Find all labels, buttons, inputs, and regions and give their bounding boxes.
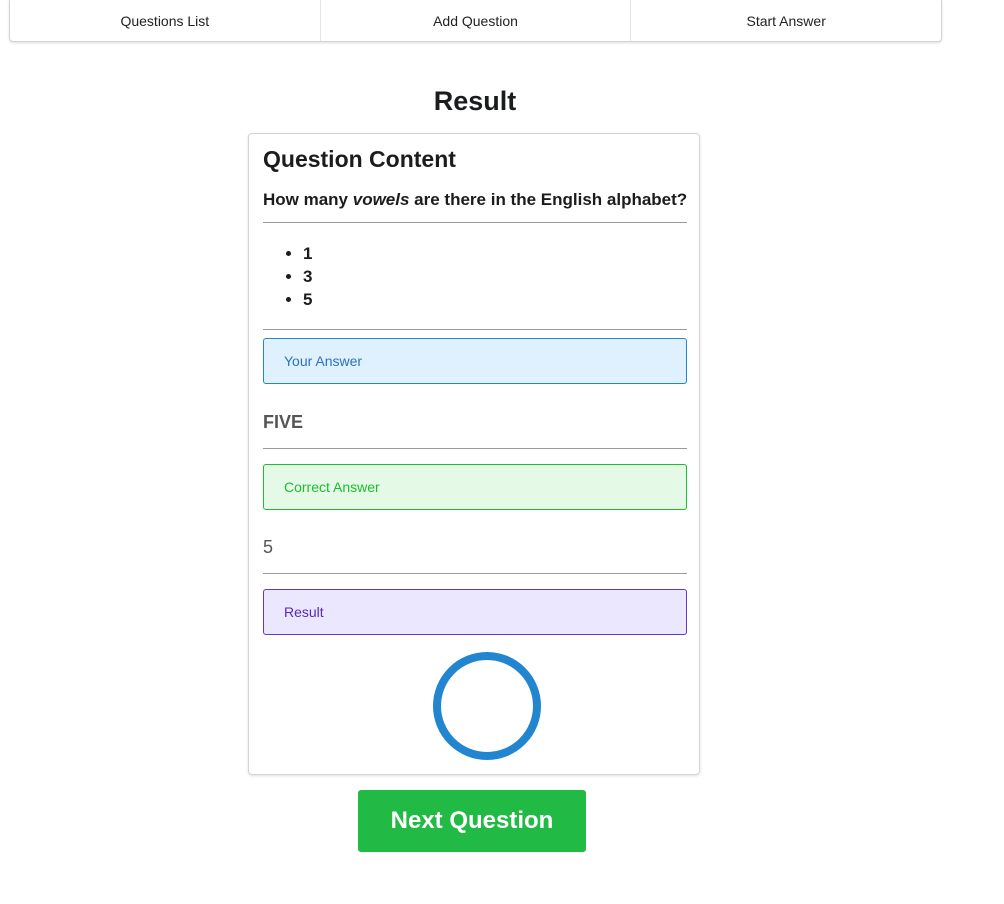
divider	[263, 329, 687, 330]
question-text-suffix: are there in the English alphabet?	[409, 190, 688, 209]
your-answer-message: Your Answer	[263, 338, 687, 384]
divider	[263, 573, 687, 574]
next-question-button[interactable]: Next Question	[358, 790, 586, 852]
question-text: How many vowels are there in the English…	[263, 190, 687, 210]
nav-item-add-question[interactable]: Add Question	[319, 0, 631, 41]
nav-item-start-answer[interactable]: Start Answer	[630, 0, 941, 41]
your-answer-value: FIVE	[263, 412, 304, 432]
divider	[263, 448, 687, 449]
correct-answer-value: 5	[263, 537, 274, 557]
nav-item-questions-list[interactable]: Questions List	[10, 0, 320, 41]
card-heading: Question Content	[263, 146, 456, 172]
result-card: Question Content How many vowels are the…	[248, 133, 700, 775]
option-item: 5	[303, 288, 312, 311]
result-message: Result	[263, 589, 687, 635]
option-item: 3	[303, 265, 312, 288]
options-list: 1 3 5	[263, 242, 312, 311]
question-text-prefix: How many	[263, 190, 353, 209]
option-item: 1	[303, 242, 312, 265]
circle-outline-icon	[433, 652, 541, 760]
correct-answer-message: Correct Answer	[263, 464, 687, 510]
top-nav-menu: Questions List Add Question Start Answer	[9, 0, 942, 42]
divider	[263, 222, 687, 223]
page-title: Result	[433, 86, 517, 116]
question-text-emphasis: vowels	[352, 190, 410, 209]
